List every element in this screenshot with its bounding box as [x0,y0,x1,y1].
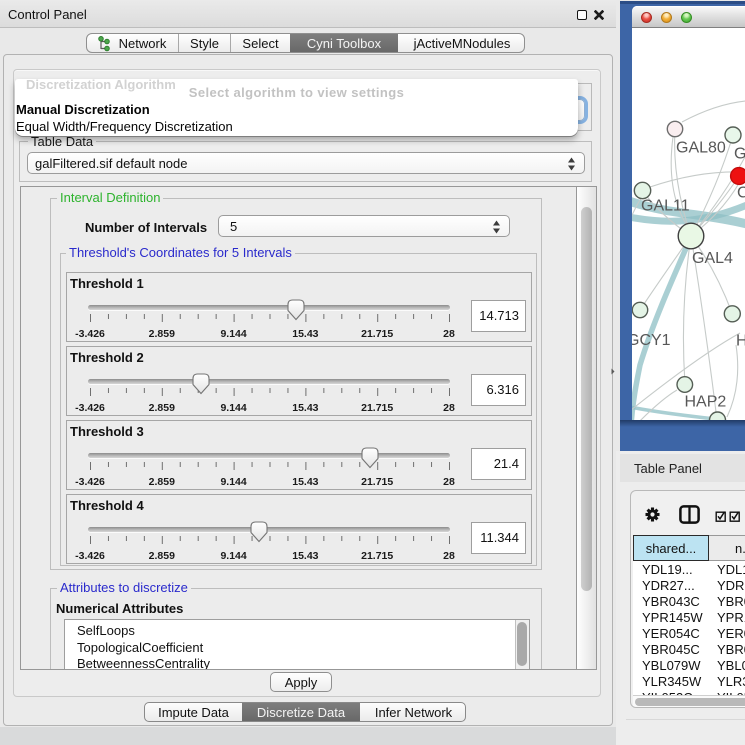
svg-text:GAL4: GAL4 [692,250,733,267]
svg-text:GAL11: GAL11 [641,198,690,215]
svg-text:HAP2: HAP2 [685,394,727,411]
svg-text:GAL80: GAL80 [676,140,726,157]
svg-text:C: C [737,185,745,202]
svg-text:HA: HA [736,333,745,350]
svg-text:GCY1: GCY1 [632,332,671,349]
svg-text:GA: GA [734,146,745,163]
